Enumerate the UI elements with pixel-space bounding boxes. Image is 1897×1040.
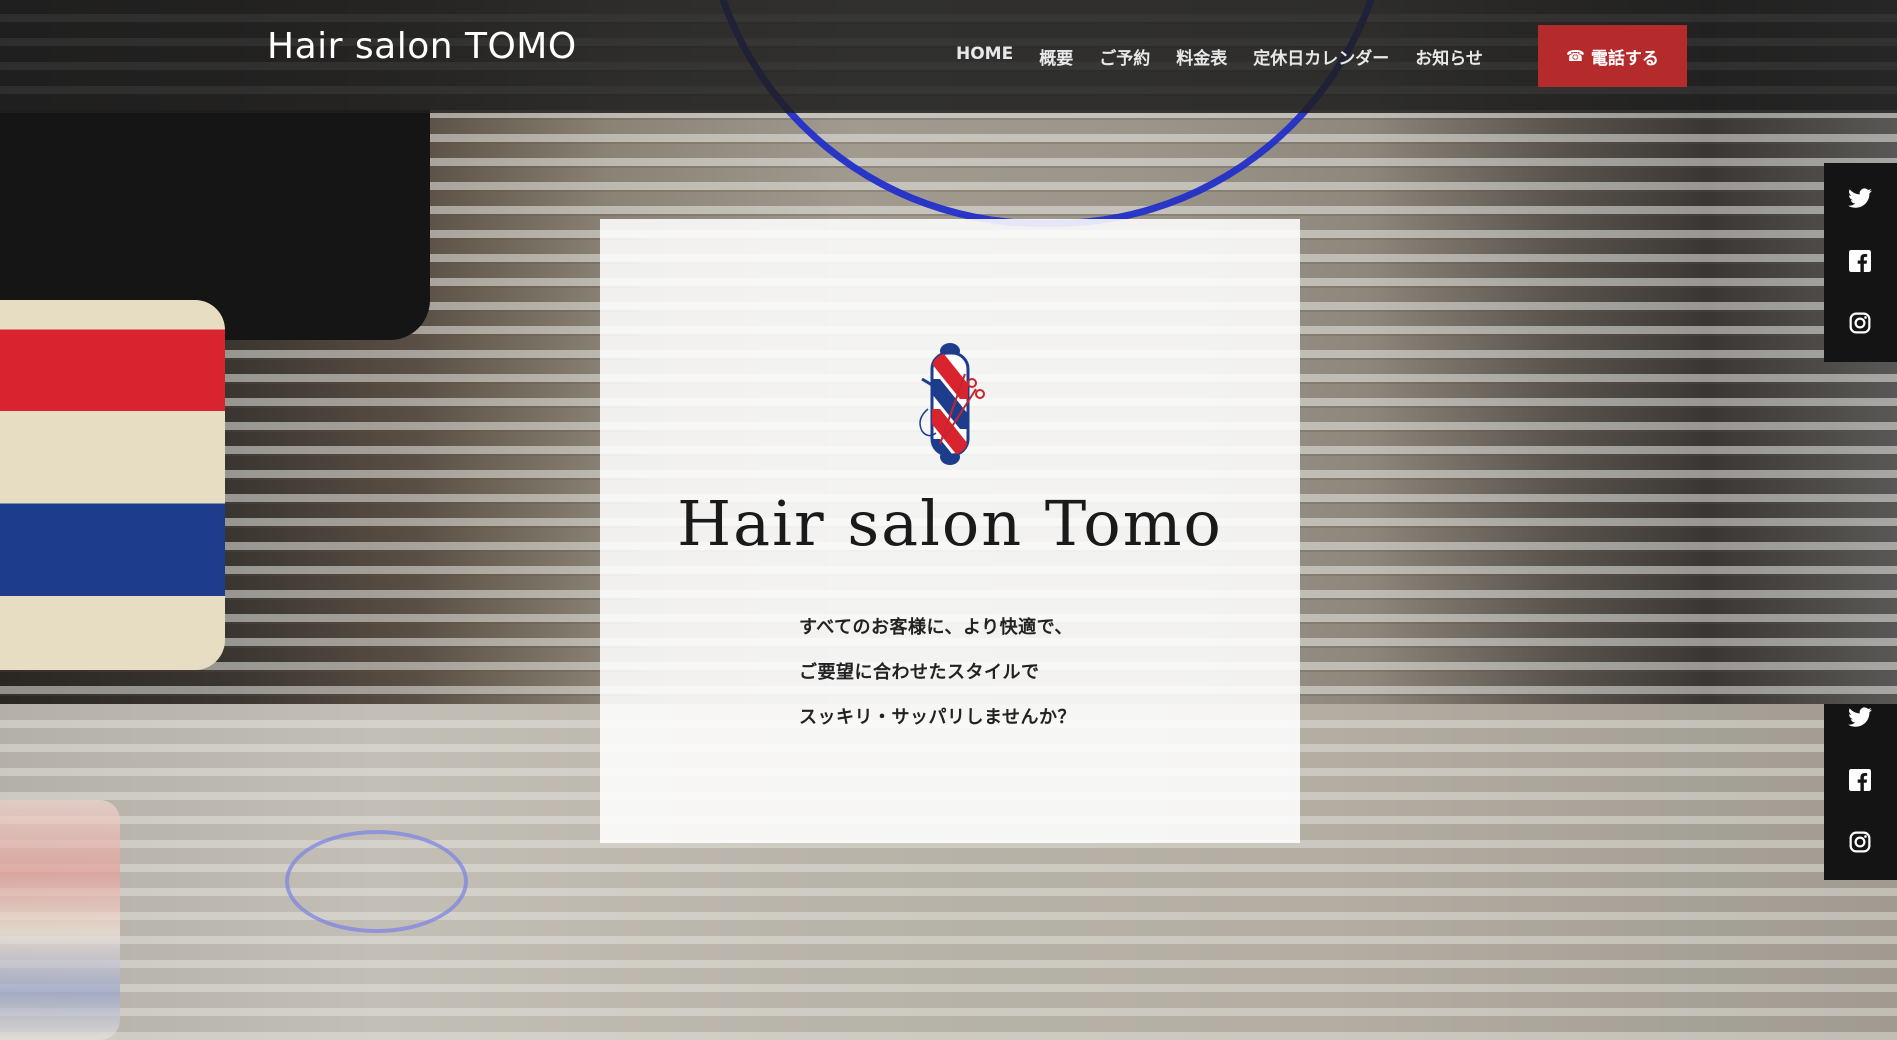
nav-item-price-list[interactable]: 料金表 bbox=[1176, 44, 1227, 69]
hero-title: Hair salon Tomo bbox=[677, 487, 1223, 560]
call-button[interactable]: ☎ 電話する bbox=[1538, 25, 1687, 87]
barber-pole-reflection-image bbox=[0, 800, 120, 1040]
main-nav: HOME 概要 ご予約 料金表 定休日カレンダー お知らせ bbox=[956, 44, 1509, 69]
site-header: Hair salon TOMO HOME 概要 ご予約 料金表 定休日カレンダー… bbox=[0, 0, 1897, 113]
call-button-label: 電話する bbox=[1590, 48, 1659, 69]
twitter-icon[interactable] bbox=[1846, 185, 1874, 213]
hero-line-2: ご要望に合わせたスタイルで bbox=[799, 662, 1040, 683]
facebook-icon[interactable] bbox=[1846, 247, 1874, 275]
neon-sign-image bbox=[285, 830, 468, 933]
page: Hair salon TOMO HOME 概要 ご予約 料金表 定休日カレンダー… bbox=[0, 0, 1897, 1040]
hero-line-1: すべてのお客様に、より快適で、 bbox=[799, 617, 1073, 638]
nav-item-news[interactable]: お知らせ bbox=[1415, 44, 1483, 69]
hero-line-3: スッキリ・サッパリしませんか？ bbox=[799, 707, 1076, 728]
nav-item-holiday-calendar[interactable]: 定休日カレンダー bbox=[1253, 44, 1389, 69]
barber-pole-scissors-icon bbox=[910, 339, 990, 469]
hero-description: すべてのお客様に、より快適で、 ご要望に合わせたスタイルで スッキリ・サッパリし… bbox=[799, 605, 1076, 740]
instagram-icon[interactable] bbox=[1846, 309, 1874, 337]
nav-item-reservation[interactable]: ご予約 bbox=[1099, 44, 1150, 69]
phone-icon: ☎ bbox=[1566, 47, 1585, 65]
nav-item-overview[interactable]: 概要 bbox=[1039, 44, 1073, 69]
social-bar-bottom bbox=[1824, 704, 1897, 880]
instagram-icon[interactable] bbox=[1846, 828, 1874, 856]
barber-pole-image bbox=[0, 300, 225, 670]
twitter-icon[interactable] bbox=[1846, 704, 1874, 732]
facebook-icon[interactable] bbox=[1846, 766, 1874, 794]
hero-card: Hair salon Tomo すべてのお客様に、より快適で、 ご要望に合わせた… bbox=[600, 219, 1300, 843]
nav-item-home[interactable]: HOME bbox=[956, 44, 1013, 69]
site-title[interactable]: Hair salon TOMO bbox=[267, 26, 577, 67]
social-bar-top bbox=[1824, 163, 1897, 362]
